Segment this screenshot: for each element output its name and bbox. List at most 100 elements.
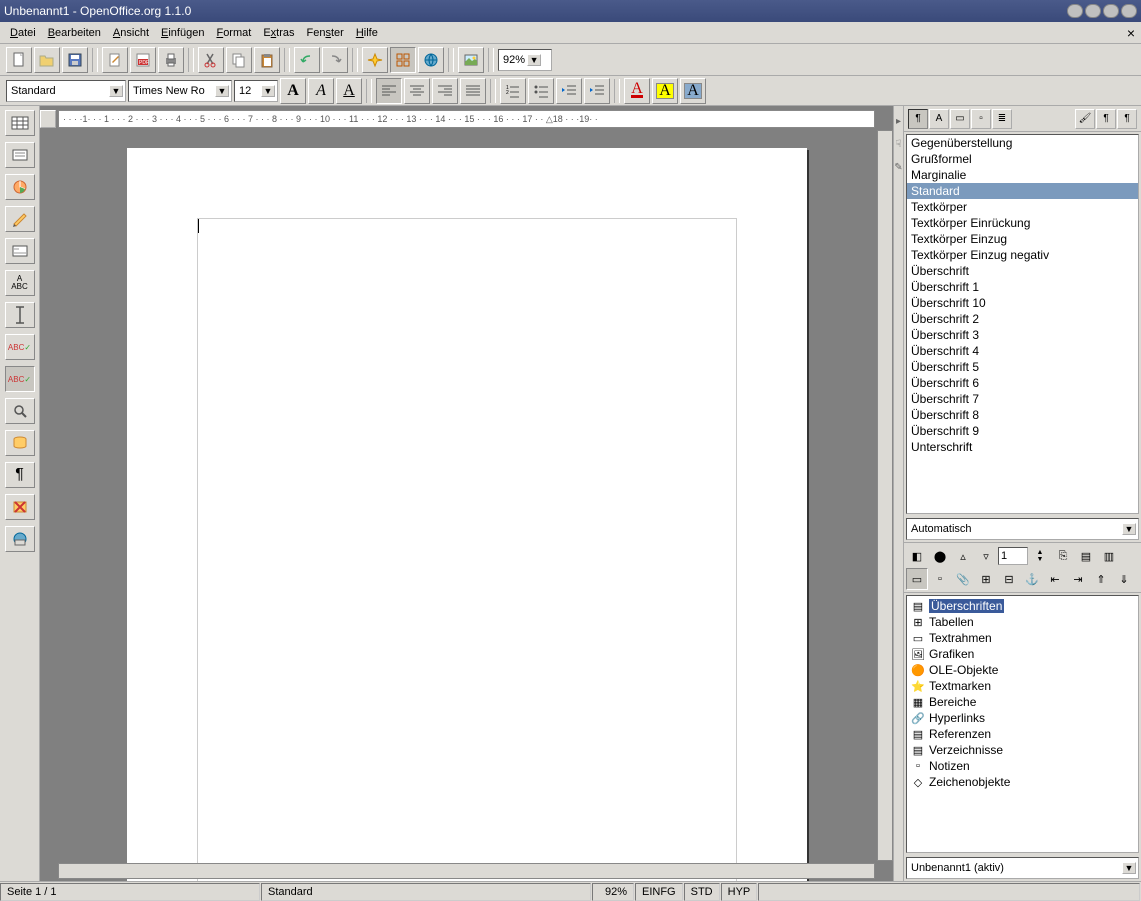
horizontal-scrollbar[interactable] (58, 863, 875, 879)
spellcheck-button[interactable]: ABC✓ (5, 334, 35, 360)
form-button[interactable] (5, 238, 35, 264)
nav-tree-node[interactable]: ▦Bereiche (909, 694, 1136, 710)
fill-format-button[interactable]: 🖌 (1075, 109, 1095, 129)
new-button[interactable] (6, 47, 32, 73)
nav-tree-node[interactable]: ⭐Textmarken (909, 678, 1136, 694)
style-list-item[interactable]: Standard (907, 183, 1138, 199)
save-button[interactable] (62, 47, 88, 73)
nav-reminder-button[interactable]: 📎 (952, 568, 974, 590)
style-list-item[interactable]: Textkörper (907, 199, 1138, 215)
status-zoom[interactable]: 92% (592, 883, 634, 901)
nav-content-button[interactable]: ⬤ (929, 545, 951, 567)
navigator-button[interactable] (362, 47, 388, 73)
nav-next-button[interactable]: ▿ (975, 545, 997, 567)
menu-datei[interactable]: Datei (4, 25, 42, 41)
style-list-item[interactable]: Überschrift (907, 263, 1138, 279)
decrease-indent-button[interactable] (556, 78, 582, 104)
nav-promote-button[interactable]: ⇤ (1044, 568, 1066, 590)
nav-footer-button[interactable]: ⊟ (998, 568, 1020, 590)
nav-tree-node[interactable]: 🟠OLE-Objekte (909, 662, 1136, 678)
nav-prev-button[interactable]: ▵ (952, 545, 974, 567)
style-filter-combo[interactable]: Automatisch▼ (906, 518, 1139, 540)
vertical-scrollbar[interactable] (877, 130, 893, 861)
style-list-item[interactable]: Überschrift 6 (907, 375, 1138, 391)
print-button[interactable] (158, 47, 184, 73)
nav-tree-node[interactable]: ▤Überschriften (909, 598, 1136, 614)
align-justify-button[interactable] (460, 78, 486, 104)
increase-indent-button[interactable] (584, 78, 610, 104)
style-list-item[interactable]: Überschrift 4 (907, 343, 1138, 359)
new-style-button[interactable]: ¶ (1096, 109, 1116, 129)
list-styles-tab[interactable]: ≣ (992, 109, 1012, 129)
horizontal-ruler[interactable]: · · · ·1· · · 1 · · · 2 · · · 3 · · · 4 … (58, 110, 875, 128)
style-list-item[interactable]: Überschrift 10 (907, 295, 1138, 311)
nav-movedown-button[interactable]: ⇓ (1113, 568, 1135, 590)
gallery-button[interactable] (458, 47, 484, 73)
font-name-combo[interactable]: Times New Ro▼ (128, 80, 232, 102)
style-list-item[interactable]: Überschrift 9 (907, 423, 1138, 439)
style-list-item[interactable]: Überschrift 3 (907, 327, 1138, 343)
font-color-button[interactable]: A (624, 78, 650, 104)
nav-drag-button[interactable]: ⎘ (1052, 545, 1074, 567)
find-button[interactable] (5, 398, 35, 424)
nav-moveup-button[interactable]: ⇑ (1090, 568, 1112, 590)
frame-styles-tab[interactable]: ▭ (950, 109, 970, 129)
hyperlink-button[interactable] (418, 47, 444, 73)
nonprint-chars-button[interactable]: ¶ (5, 462, 35, 488)
maximize-button[interactable] (1085, 4, 1101, 18)
status-style[interactable]: Standard (261, 883, 591, 901)
bold-button[interactable]: A (280, 78, 306, 104)
underline-button[interactable]: A (336, 78, 362, 104)
style-list-item[interactable]: Gegenüberstellung (907, 135, 1138, 151)
document-scroll[interactable] (40, 128, 893, 881)
open-button[interactable] (34, 47, 60, 73)
style-list[interactable]: GegenüberstellungGrußformelMarginalieSta… (906, 134, 1139, 514)
style-list-item[interactable]: Textkörper Einzug negativ (907, 247, 1138, 263)
status-hyphenation[interactable]: HYP (721, 883, 758, 901)
nav-tree-node[interactable]: ▭Textrahmen (909, 630, 1136, 646)
ruler-corner[interactable] (40, 110, 56, 128)
autotext-button[interactable]: AABC (5, 270, 35, 296)
style-list-item[interactable]: Überschrift 7 (907, 391, 1138, 407)
paragraph-style-combo[interactable]: Standard▼ (6, 80, 126, 102)
data-sources-button[interactable] (5, 430, 35, 456)
nav-tree-node[interactable]: ▫Notizen (909, 758, 1136, 774)
restore-button[interactable] (1103, 4, 1119, 18)
update-style-button[interactable]: ¶ (1117, 109, 1137, 129)
minimize-button[interactable] (1067, 4, 1083, 18)
menu-fenster[interactable]: Fenster (301, 25, 350, 41)
copy-button[interactable] (226, 47, 252, 73)
nav-content-nav-button[interactable]: ▫ (929, 568, 951, 590)
style-list-item[interactable]: Textkörper Einzug (907, 231, 1138, 247)
paste-button[interactable] (254, 47, 280, 73)
nav-toggle-button[interactable]: ◧ (906, 545, 928, 567)
nav-anchor-button[interactable]: ⚓ (1021, 568, 1043, 590)
status-insert[interactable]: EINFG (635, 883, 683, 901)
menu-extras[interactable]: Extras (257, 25, 300, 41)
page-styles-tab[interactable]: ▫ (971, 109, 991, 129)
export-pdf-button[interactable]: PDF (130, 47, 156, 73)
style-list-item[interactable]: Überschrift 8 (907, 407, 1138, 423)
character-styles-tab[interactable]: A (929, 109, 949, 129)
zoom-combo[interactable]: 92%▼ (498, 49, 552, 71)
undo-button[interactable] (294, 47, 320, 73)
auto-spellcheck-button[interactable]: ABC✓ (5, 366, 35, 392)
status-selection[interactable]: STD (684, 883, 720, 901)
align-left-button[interactable] (376, 78, 402, 104)
nav-head-up-button[interactable]: ▤ (1075, 545, 1097, 567)
nav-tree-node[interactable]: ◇Zeichenobjekte (909, 774, 1136, 790)
style-list-item[interactable]: Überschrift 2 (907, 311, 1138, 327)
show-draw-button[interactable] (5, 206, 35, 232)
insert-fields-button[interactable] (5, 142, 35, 168)
nav-tree-node[interactable]: ▤Referenzen (909, 726, 1136, 742)
nav-header-button[interactable]: ⊞ (975, 568, 997, 590)
page[interactable] (127, 148, 807, 881)
bullet-list-button[interactable] (528, 78, 554, 104)
menu-hilfe[interactable]: Hilfe (350, 25, 384, 41)
align-center-button[interactable] (404, 78, 430, 104)
menu-bearbeiten[interactable]: Bearbeiten (42, 25, 107, 41)
insert-table-button[interactable] (5, 110, 35, 136)
style-list-item[interactable]: Marginalie (907, 167, 1138, 183)
style-list-item[interactable]: Überschrift 5 (907, 359, 1138, 375)
online-layout-button[interactable] (5, 526, 35, 552)
